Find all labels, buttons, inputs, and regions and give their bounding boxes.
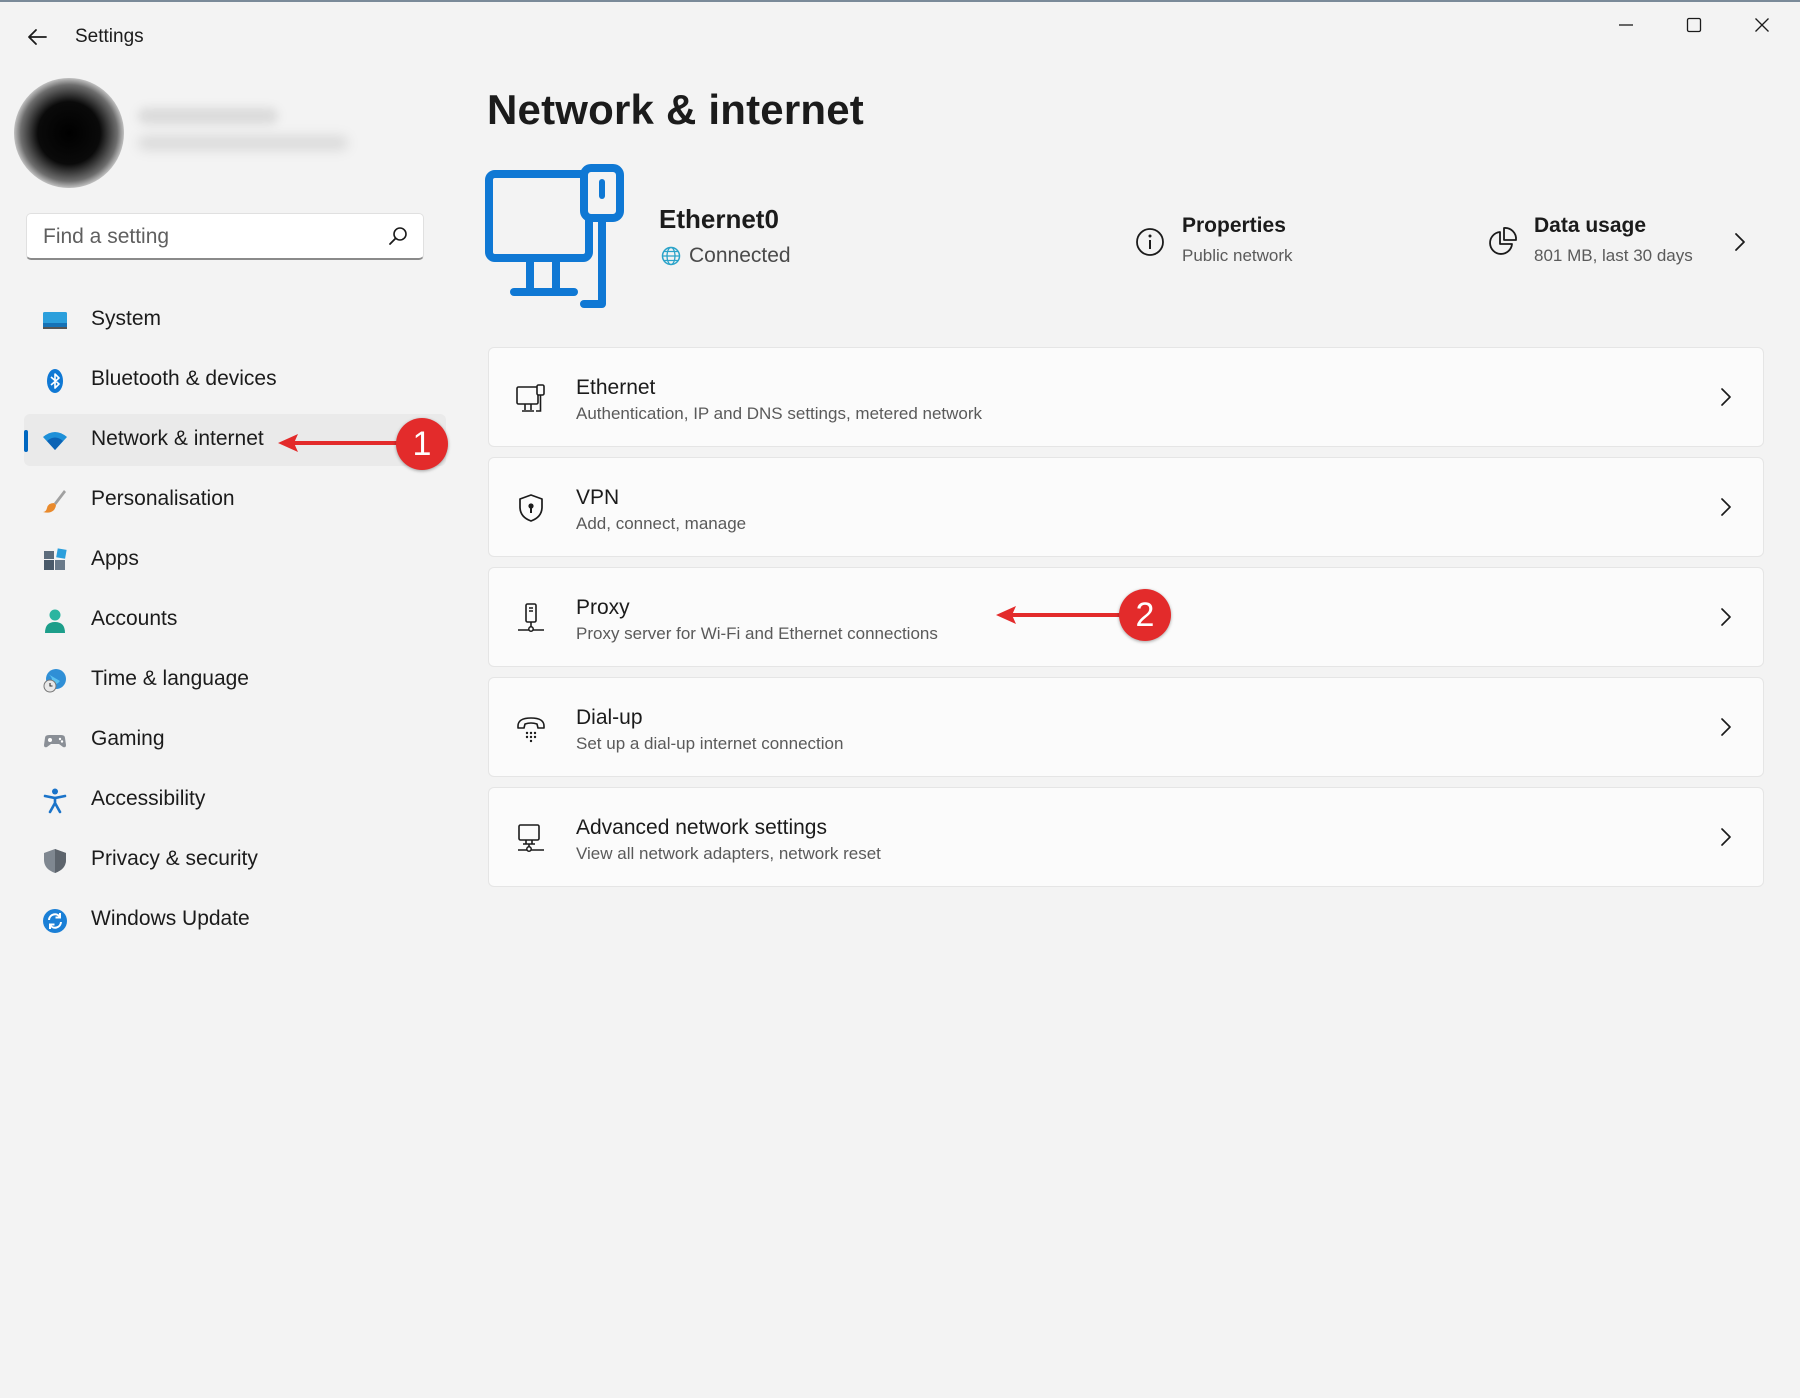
card-subtitle: Set up a dial-up internet connection <box>576 734 844 753</box>
sidebar-item-privacy-security[interactable]: Privacy & security <box>24 834 446 886</box>
proxy-icon <box>518 603 544 632</box>
close-icon <box>1755 18 1769 32</box>
ethernet-icon <box>516 384 545 412</box>
sidebar-item-accessibility[interactable]: Accessibility <box>24 774 446 826</box>
properties-link[interactable]: Properties Public network <box>1134 212 1364 272</box>
sidebar-item-gaming[interactable]: Gaming <box>24 714 446 766</box>
apps-icon <box>44 548 67 570</box>
card-title: Proxy <box>576 596 630 619</box>
sidebar-item-bluetooth[interactable]: Bluetooth & devices <box>24 354 446 406</box>
sidebar-item-windows-update[interactable]: Windows Update <box>24 894 446 946</box>
card-vpn[interactable]: VPN Add, connect, manage <box>488 457 1764 557</box>
vpn-shield-icon <box>519 494 543 522</box>
sidebar-item-label: Personalisation <box>91 487 235 510</box>
shield-icon <box>44 849 66 873</box>
ethernet-pc-icon <box>485 164 624 308</box>
gamepad-icon <box>44 735 66 748</box>
profile-name-blur <box>138 108 278 124</box>
card-title: VPN <box>576 486 620 509</box>
title-bar: Settings <box>0 2 1800 68</box>
card-ethernet[interactable]: Ethernet Authentication, IP and DNS sett… <box>488 347 1764 447</box>
person-icon <box>45 609 65 633</box>
sidebar-item-label: System <box>91 307 162 330</box>
wifi-icon <box>43 432 67 450</box>
sidebar-item-label: Accounts <box>91 607 178 630</box>
annotation-badge-1: 1 <box>396 418 448 470</box>
search-input[interactable] <box>41 214 375 260</box>
card-advanced-network-settings[interactable]: Advanced network settings View all netwo… <box>488 787 1764 887</box>
chevron-right-icon <box>1721 608 1731 626</box>
chevron-right-icon <box>1721 388 1731 406</box>
avatar <box>14 78 124 188</box>
update-icon <box>43 909 67 933</box>
search-box[interactable] <box>26 213 424 260</box>
card-subtitle: View all network adapters, network reset <box>576 844 881 863</box>
back-button[interactable] <box>20 20 54 54</box>
sidebar-item-network[interactable]: Network & internet <box>24 414 446 466</box>
sidebar-item-label: Network & internet <box>91 427 264 450</box>
sidebar-item-time-language[interactable]: Time & language <box>24 654 446 706</box>
bluetooth-icon <box>47 369 63 393</box>
card-title: Dial-up <box>576 706 643 729</box>
active-indicator <box>24 430 28 452</box>
card-subtitle: Authentication, IP and DNS settings, met… <box>576 404 983 423</box>
sidebar-item-personalisation[interactable]: Personalisation <box>24 474 446 526</box>
card-title: Ethernet <box>576 376 656 399</box>
page-title: Network & internet <box>487 86 864 133</box>
sidebar-item-apps[interactable]: Apps <box>24 534 446 586</box>
chevron-right-icon <box>1721 498 1731 516</box>
pie-chart-icon <box>1489 227 1517 255</box>
sidebar-nav: System Bluetooth & devices Network & int… <box>24 294 446 954</box>
maximize-button[interactable] <box>1660 2 1728 48</box>
data-usage-subtitle: 801 MB, last 30 days <box>1534 246 1693 265</box>
phone-icon <box>517 717 545 743</box>
properties-title: Properties <box>1182 214 1286 237</box>
chevron-right-icon <box>1721 718 1731 736</box>
sidebar-item-label: Apps <box>91 547 139 570</box>
profile-email-blur <box>138 136 348 150</box>
search-icon[interactable] <box>387 225 409 247</box>
card-subtitle: Proxy server for Wi-Fi and Ethernet conn… <box>576 624 938 643</box>
accessibility-icon <box>43 788 67 814</box>
properties-subtitle: Public network <box>1182 246 1293 265</box>
network-adapter-icon <box>518 824 544 852</box>
card-title: Advanced network settings <box>576 816 827 839</box>
annotation-badge-2: 2 <box>1119 589 1171 641</box>
minimize-icon <box>1619 24 1633 26</box>
close-button[interactable] <box>1728 2 1796 48</box>
sidebar-item-label: Gaming <box>91 727 165 750</box>
adapter-status-text: Connected <box>689 244 791 267</box>
sidebar-item-label: Windows Update <box>91 907 250 930</box>
data-usage-title: Data usage <box>1534 214 1647 237</box>
info-icon <box>1136 228 1164 256</box>
card-subtitle: Add, connect, manage <box>576 514 747 533</box>
back-arrow-icon <box>28 29 47 45</box>
globe-icon <box>661 246 681 266</box>
card-dial-up[interactable]: Dial-up Set up a dial-up internet connec… <box>488 677 1764 777</box>
globe-clock-icon <box>43 669 66 693</box>
sidebar-item-label: Accessibility <box>91 787 206 810</box>
chevron-right-icon[interactable] <box>1728 230 1752 254</box>
app-title: Settings <box>75 26 144 47</box>
adapter-status: Connected <box>661 244 791 268</box>
user-profile[interactable] <box>10 74 370 194</box>
minimize-button[interactable] <box>1592 2 1660 48</box>
sidebar-item-label: Time & language <box>91 667 249 690</box>
sidebar-item-system[interactable]: System <box>24 294 446 346</box>
sidebar-item-label: Privacy & security <box>91 847 258 870</box>
data-usage-link[interactable]: Data usage 801 MB, last 30 days <box>1486 212 1766 272</box>
sidebar-item-label: Bluetooth & devices <box>91 367 277 390</box>
maximize-icon <box>1686 17 1702 33</box>
adapter-name: Ethernet0 <box>659 204 779 234</box>
sidebar-item-accounts[interactable]: Accounts <box>24 594 446 646</box>
chevron-right-icon <box>1721 828 1731 846</box>
brush-icon <box>43 490 66 513</box>
system-icon <box>43 312 67 329</box>
